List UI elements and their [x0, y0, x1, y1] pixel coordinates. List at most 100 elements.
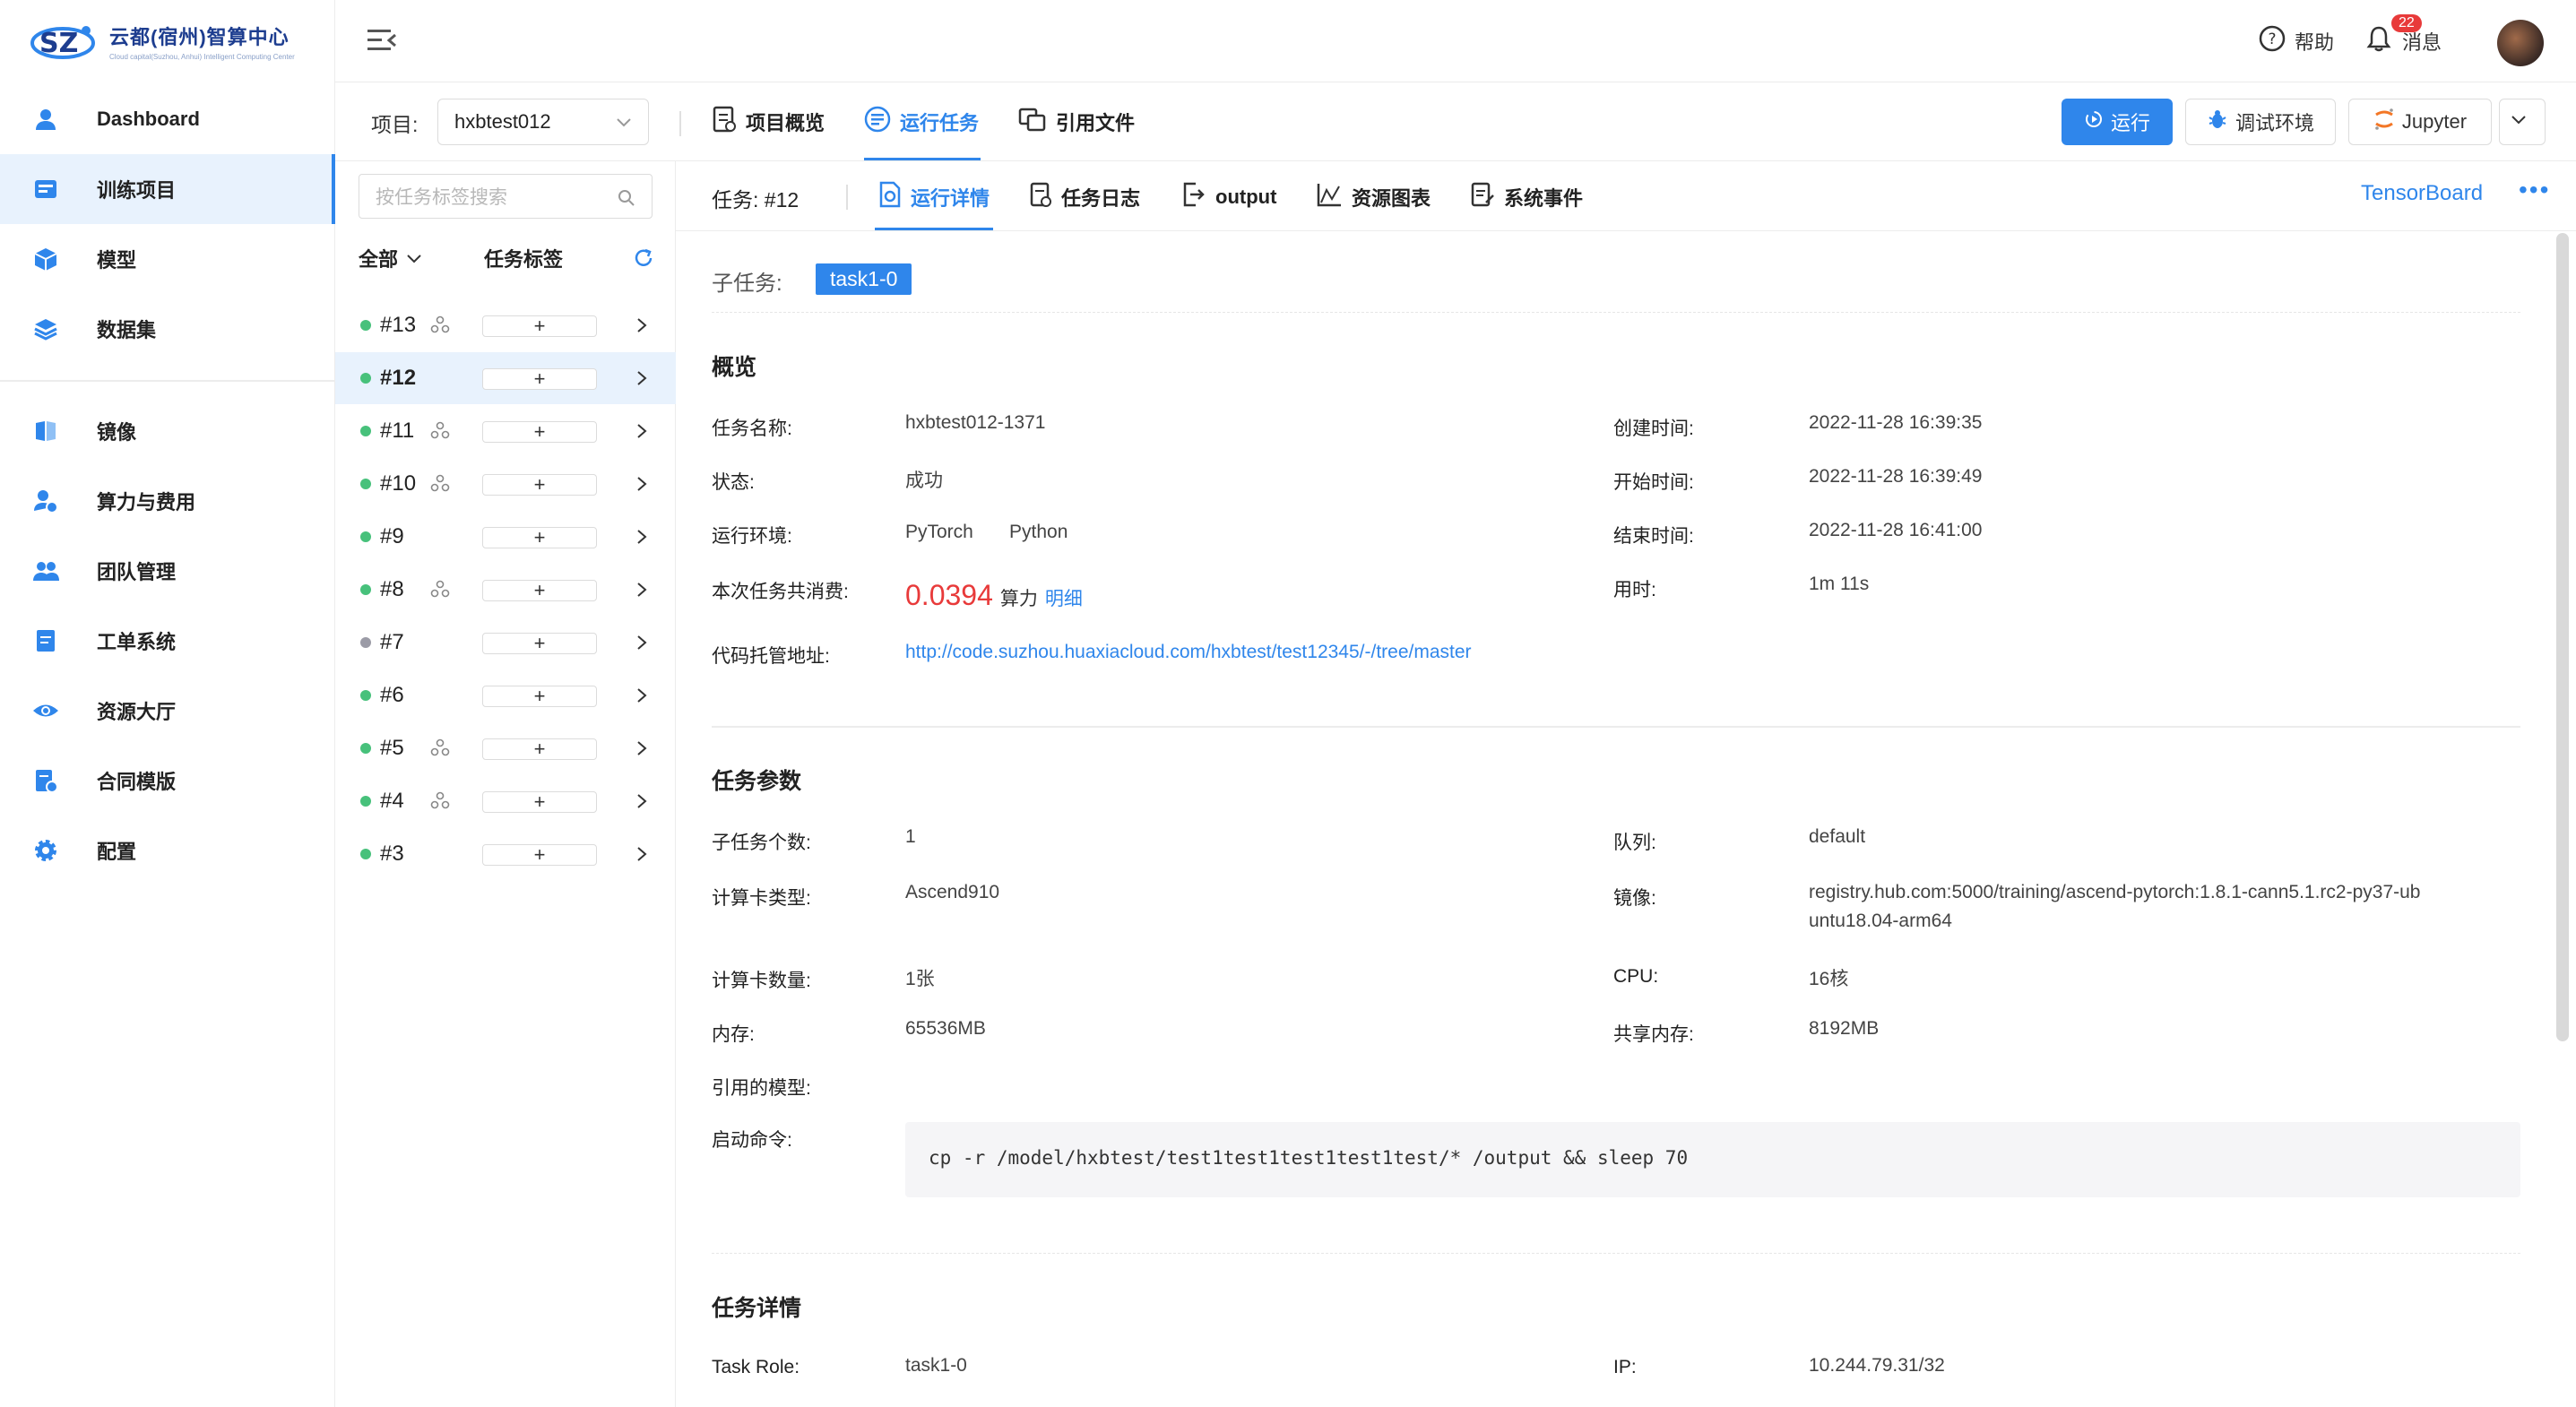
sidebar-divider — [0, 380, 335, 382]
sidebar-item-dataset[interactable]: 数据集 — [0, 294, 335, 364]
task-row[interactable]: #5 + — [335, 722, 676, 774]
sidebar-item-resources[interactable]: 资源大厅 — [0, 676, 335, 746]
more-actions-button[interactable] — [2499, 99, 2546, 145]
more-options-icon[interactable]: ••• — [2519, 176, 2550, 204]
notifications-button[interactable]: 22 消息 — [2366, 14, 2442, 57]
status-filter[interactable]: 全部 — [359, 244, 423, 272]
task-role-value: task1-0 — [905, 1355, 967, 1376]
run-button[interactable]: 运行 — [2062, 99, 2173, 145]
shm-value: 8192MB — [1809, 1018, 1880, 1039]
chevron-right-icon[interactable] — [633, 368, 651, 393]
chevron-right-icon[interactable] — [633, 791, 651, 816]
tab-run-details[interactable]: 运行详情 — [878, 179, 990, 215]
sidebar-item-label: 资源大厅 — [97, 701, 177, 723]
tag-column-header: 任务标签 — [484, 248, 564, 271]
env-value-python: Python — [1009, 522, 1068, 542]
task-row[interactable]: #7 + — [335, 617, 676, 669]
chevron-right-icon[interactable] — [633, 474, 651, 498]
add-tag-button[interactable]: + — [482, 791, 597, 813]
task-row[interactable]: #3 + — [335, 828, 676, 880]
task-row[interactable]: #13 + — [335, 299, 676, 351]
logo[interactable]: SZ 云都(宿州)智算中心 Cloud capital(Suzhou, Anhu… — [30, 16, 295, 66]
refresh-icon[interactable] — [633, 247, 654, 274]
cpu-value: 16核 — [1809, 969, 1849, 989]
add-tag-button[interactable]: + — [482, 580, 597, 601]
debug-env-button[interactable]: 调试环境 — [2185, 99, 2336, 145]
add-tag-button[interactable]: + — [482, 686, 597, 707]
status-label: 状态: — [712, 472, 755, 493]
task-row[interactable]: #12 + — [335, 352, 676, 404]
subtasks-label: 子任务个数: — [712, 833, 811, 853]
user-icon — [30, 104, 61, 134]
contract-icon — [30, 765, 61, 796]
chevron-right-icon[interactable] — [633, 686, 651, 710]
repo-link[interactable]: http://code.suzhou.huaxiacloud.com/hxbte… — [905, 642, 1472, 663]
chevron-right-icon[interactable] — [633, 633, 651, 657]
tab-task-log[interactable]: 任务日志 — [1029, 179, 1140, 215]
task-row[interactable]: #11 + — [335, 405, 676, 457]
chevron-right-icon[interactable] — [633, 421, 651, 445]
avatar[interactable] — [2497, 20, 2544, 66]
tab-referenced-files[interactable]: 引用文件 — [1018, 104, 1135, 140]
chevron-right-icon[interactable] — [633, 738, 651, 763]
add-tag-button[interactable]: + — [482, 844, 597, 866]
sidebar-item-training[interactable]: 训练项目 — [0, 154, 335, 224]
sidebar-item-model[interactable]: 模型 — [0, 224, 335, 294]
chevron-down-icon — [614, 112, 634, 137]
task-id: #9 — [380, 524, 404, 548]
status-filter-label: 全部 — [359, 248, 399, 271]
task-row[interactable]: #8 + — [335, 564, 676, 616]
env-value-pytorch: PyTorch — [905, 522, 973, 542]
add-tag-button[interactable]: + — [482, 474, 597, 496]
add-tag-button[interactable]: + — [482, 368, 597, 390]
billing-icon — [30, 486, 61, 516]
tab-project-overview[interactable]: 项目概览 — [712, 104, 825, 140]
tensorboard-link[interactable]: TensorBoard — [2361, 181, 2483, 206]
sidebar-item-settings[interactable]: 配置 — [0, 816, 335, 885]
tab-resource-charts[interactable]: 资源图表 — [1316, 179, 1431, 215]
task-row[interactable]: #6 + — [335, 669, 676, 721]
sidebar-item-ticket[interactable]: 工单系统 — [0, 606, 335, 676]
task-row[interactable]: #9 + — [335, 511, 676, 563]
menu-collapse-icon[interactable] — [366, 27, 398, 54]
task-row[interactable]: #10 + — [335, 458, 676, 510]
scrollbar[interactable] — [2556, 233, 2569, 1041]
divider — [846, 185, 848, 210]
project-select[interactable]: hxbtest012 — [437, 99, 649, 145]
subtask-tag[interactable]: task1-0 — [816, 263, 912, 295]
cpu-label: CPU: — [1613, 966, 1659, 987]
tag-search-input[interactable]: 按任务标签搜索 — [359, 174, 653, 219]
divider — [679, 111, 681, 136]
sidebar-item-billing[interactable]: 算力与费用 — [0, 466, 335, 536]
chevron-right-icon[interactable] — [633, 580, 651, 604]
add-tag-button[interactable]: + — [482, 633, 597, 654]
chevron-right-icon[interactable] — [633, 527, 651, 551]
chevron-right-icon[interactable] — [633, 315, 651, 340]
tab-label: 任务日志 — [1061, 187, 1141, 210]
tab-system-events[interactable]: 系统事件 — [1470, 179, 1583, 215]
event-icon — [1470, 181, 1504, 213]
tab-running-tasks[interactable]: 运行任务 — [864, 104, 979, 140]
sidebar-item-dashboard[interactable]: Dashboard — [0, 84, 335, 154]
card-type-label: 计算卡类型: — [712, 888, 811, 909]
cost-detail-link[interactable]: 明细 — [1045, 584, 1083, 611]
chevron-right-icon[interactable] — [633, 844, 651, 868]
add-tag-button[interactable]: + — [482, 421, 597, 443]
repo-label: 代码托管地址: — [712, 646, 830, 667]
task-id: #6 — [380, 683, 404, 707]
task-id: #5 — [380, 736, 404, 760]
ticket-icon — [30, 626, 61, 656]
help-label: 帮助 — [2294, 31, 2334, 54]
add-tag-button[interactable]: + — [482, 315, 597, 337]
sidebar-item-contract[interactable]: 合同模版 — [0, 746, 335, 816]
help-button[interactable]: ? 帮助 — [2259, 25, 2334, 57]
jupyter-button[interactable]: Jupyter — [2348, 99, 2492, 145]
add-tag-button[interactable]: + — [482, 738, 597, 760]
copy-icon — [1018, 106, 1056, 138]
add-tag-button[interactable]: + — [482, 527, 597, 548]
top-bar: ? 帮助 22 消息 — [335, 0, 2576, 82]
sidebar-item-team[interactable]: 团队管理 — [0, 536, 335, 606]
task-row[interactable]: #4 + — [335, 775, 676, 827]
tab-output[interactable]: output — [1181, 179, 1276, 215]
sidebar-item-image[interactable]: 镜像 — [0, 396, 335, 466]
